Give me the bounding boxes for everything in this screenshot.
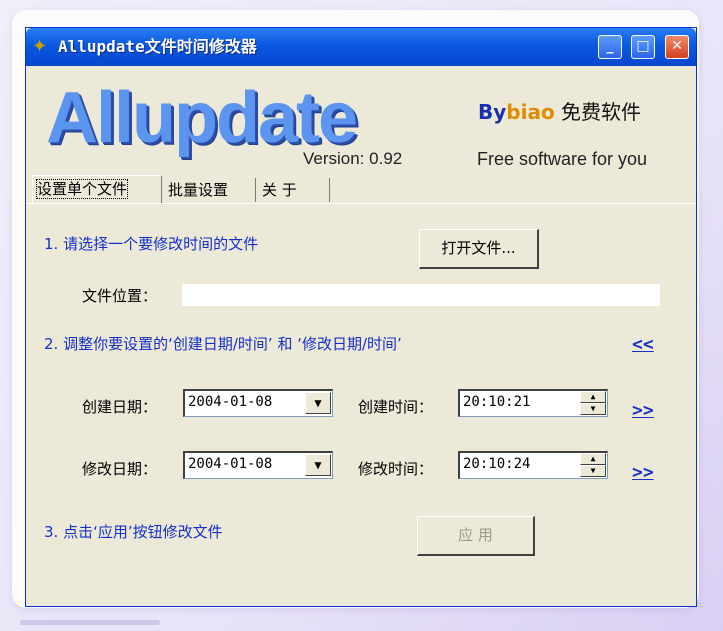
- create-time-label: 创建时间：: [358, 398, 434, 416]
- open-file-button[interactable]: 打开文件...: [419, 229, 539, 269]
- create-date-picker[interactable]: 2004-01-08 ▼: [183, 389, 333, 417]
- modify-time-spinner[interactable]: 20:10:24 ▲ ▼: [458, 451, 608, 479]
- version-label: Version: 0.92: [303, 149, 403, 168]
- spin-up-icon[interactable]: ▲: [580, 391, 606, 403]
- maximize-button[interactable]: □: [631, 35, 655, 59]
- byline-free: 免费软件: [554, 100, 642, 124]
- step3-text: 3. 点击‘应用’按钮修改文件: [44, 523, 223, 541]
- spin-down-icon[interactable]: ▼: [580, 465, 606, 477]
- file-location-field[interactable]: [182, 284, 660, 306]
- apply-button[interactable]: 应 用: [417, 516, 535, 556]
- app-logo: Allupdate: [46, 78, 358, 158]
- modify-time-label: 修改时间：: [358, 460, 434, 478]
- window-title: Allupdate文件时间修改器: [58, 37, 257, 56]
- spin-buttons: ▲ ▼: [580, 391, 606, 415]
- chevron-down-icon[interactable]: ▼: [305, 392, 331, 414]
- close-icon: ✕: [671, 38, 683, 54]
- modify-date-picker[interactable]: 2004-01-08 ▼: [183, 451, 333, 479]
- title-bar[interactable]: ✦ Allupdate文件时间修改器 _ □ ✕: [26, 28, 696, 66]
- tab-label: 设置单个文件: [35, 179, 129, 199]
- collapse-link[interactable]: <<: [632, 334, 654, 355]
- minimize-button[interactable]: _: [598, 35, 622, 59]
- maximize-icon: □: [636, 38, 650, 54]
- file-location-label: 文件位置：: [82, 287, 158, 305]
- app-icon: ✦: [32, 36, 48, 57]
- app-window: ✦ Allupdate文件时间修改器 _ □ ✕ Allupdate Versi…: [25, 27, 697, 607]
- tab-about[interactable]: 关 于: [258, 178, 330, 202]
- modify-date-value: 2004-01-08: [188, 456, 273, 472]
- step2-text: 2. 调整你要设置的‘创建日期/时间’ 和 ‘修改日期/时间’: [44, 335, 402, 353]
- modify-date-label: 修改日期：: [82, 460, 158, 478]
- tab-batch[interactable]: 批量设置: [164, 178, 256, 202]
- tab-single-file[interactable]: 设置单个文件: [32, 175, 162, 203]
- background-strip: [20, 620, 160, 625]
- tab-divider: [26, 203, 696, 204]
- byline-by: By: [478, 100, 507, 124]
- tab-label: 批量设置: [168, 181, 229, 199]
- step1-text: 1. 请选择一个要修改时间的文件: [44, 235, 259, 253]
- spin-down-icon[interactable]: ▼: [580, 403, 606, 415]
- author-byline: Bybiao 免费软件: [478, 100, 641, 124]
- tagline: Free software for you: [477, 149, 648, 169]
- create-apply-link[interactable]: >>: [632, 400, 654, 421]
- byline-biao: biao: [506, 100, 555, 124]
- close-button[interactable]: ✕: [665, 35, 689, 59]
- create-date-value: 2004-01-08: [188, 394, 273, 410]
- tab-label: 关 于: [262, 181, 297, 199]
- spin-up-icon[interactable]: ▲: [580, 453, 606, 465]
- create-time-value: 20:10:21: [463, 394, 531, 410]
- modify-apply-link[interactable]: >>: [632, 462, 654, 483]
- create-time-spinner[interactable]: 20:10:21 ▲ ▼: [458, 389, 608, 417]
- minimize-icon: _: [606, 38, 614, 54]
- spin-buttons: ▲ ▼: [580, 453, 606, 477]
- create-date-label: 创建日期：: [82, 398, 158, 416]
- chevron-down-icon[interactable]: ▼: [305, 454, 331, 476]
- modify-time-value: 20:10:24: [463, 456, 531, 472]
